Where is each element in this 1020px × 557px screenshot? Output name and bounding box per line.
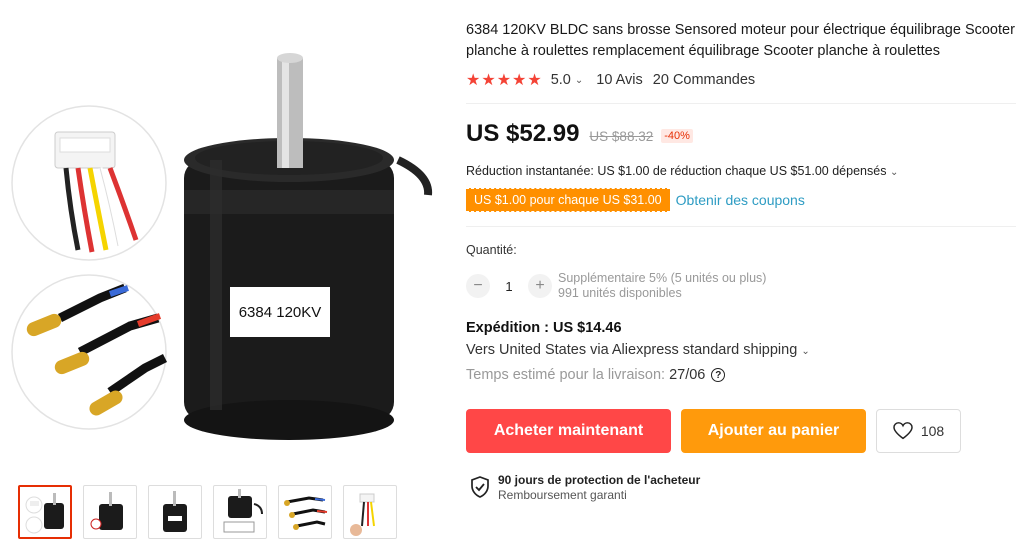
increment-button[interactable]: + [528, 274, 552, 298]
buy-now-button[interactable]: Acheter maintenant [466, 409, 671, 453]
chevron-down-icon: ⌄ [889, 167, 899, 178]
price-row: US $52.99 US $88.32 -40% [466, 120, 693, 148]
quantity-label: Quantité: [466, 243, 517, 257]
thumbnail-5[interactable] [278, 485, 332, 539]
action-buttons: Acheter maintenant Ajouter au panier 108 [466, 409, 961, 453]
quantity-note: Supplémentaire 5% (5 unités ou plus) 991… [558, 271, 766, 301]
divider [466, 103, 1016, 104]
current-price: US $52.99 [466, 120, 580, 147]
heart-icon [893, 422, 913, 440]
protection-title: 90 jours de protection de l'acheteur [498, 473, 701, 487]
original-price: US $88.32 [589, 129, 654, 144]
orders-count: 20 Commandes [652, 72, 756, 88]
reviews-count[interactable]: 10 Avis [596, 72, 643, 88]
main-product-image[interactable]: 6384 120KV [0, 0, 450, 470]
buyer-protection: 90 jours de protection de l'acheteur Rem… [470, 473, 700, 503]
protection-subtitle: Remboursement garanti [498, 488, 627, 502]
quantity-stepper: − 1 + Supplémentaire 5% (5 unités ou plu… [466, 271, 766, 301]
stock-available: 991 unités disponibles [558, 286, 682, 300]
star-rating-icon: ★★★★★ [466, 72, 543, 89]
delivery-date: 27/06 [669, 367, 706, 383]
delivery-estimate-label: Temps estimé pour la livraison: [466, 367, 666, 383]
rating-value[interactable]: 5.0 [551, 72, 571, 88]
divider [466, 226, 1016, 227]
delivery-estimate: Temps estimé pour la livraison: 27/06 ? [466, 367, 726, 383]
quantity-value[interactable]: 1 [490, 279, 528, 294]
rating-row: ★★★★★ 5.0 ⌄ 10 Avis 20 Commandes [466, 70, 755, 90]
thumbnail-2[interactable] [83, 485, 137, 539]
decrement-button[interactable]: − [466, 274, 490, 298]
product-title: 6384 120KV BLDC sans brosse Sensored mot… [466, 22, 1015, 59]
thumbnail-6[interactable] [343, 485, 397, 539]
shipping-cost: Expédition : US $14.46 [466, 320, 622, 336]
wishlist-button[interactable]: 108 [876, 409, 961, 453]
discount-badge: -40% [661, 129, 693, 143]
chevron-down-icon: ⌄ [801, 346, 810, 357]
shipping-method[interactable]: Vers United States via Aliexpress standa… [466, 342, 810, 358]
chevron-down-icon[interactable]: ⌄ [575, 75, 583, 86]
add-to-cart-button[interactable]: Ajouter au panier [681, 409, 866, 453]
help-icon[interactable]: ? [711, 368, 726, 382]
thumbnail-1[interactable] [18, 485, 72, 539]
bulk-discount-note: Supplémentaire 5% (5 unités ou plus) [558, 271, 767, 285]
instant-reduction-text: Réduction instantanée: US $1.00 de réduc… [466, 164, 887, 178]
shield-check-icon [471, 476, 489, 498]
product-gallery: 6384 120KV [0, 0, 450, 557]
instant-reduction[interactable]: Réduction instantanée: US $1.00 de réduc… [466, 164, 898, 178]
thumbnail-4[interactable] [213, 485, 267, 539]
coupon-tag: US $1.00 pour chaque US $31.00 [466, 188, 670, 212]
motor-label: 6384 120KV [238, 303, 322, 321]
wishlist-count: 108 [920, 423, 945, 439]
shipping-method-text: Vers United States via Aliexpress standa… [466, 342, 798, 358]
get-coupons-link[interactable]: Obtenir des coupons [676, 192, 805, 208]
thumbnail-strip [18, 485, 397, 539]
thumbnail-3[interactable] [148, 485, 202, 539]
coupon-row: US $1.00 pour chaque US $31.00 Obtenir d… [466, 188, 805, 212]
